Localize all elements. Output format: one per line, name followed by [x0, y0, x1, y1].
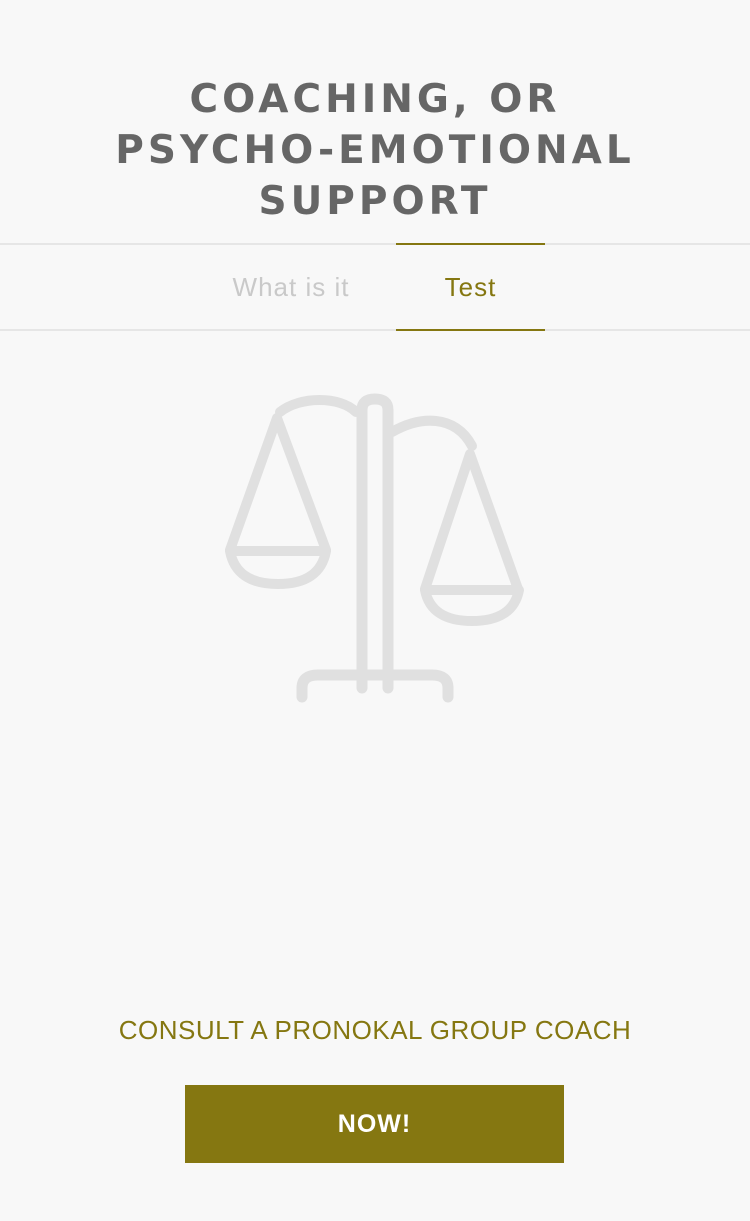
page-title: COACHING, OR PSYCHO-EMOTIONAL SUPPORT [115, 77, 635, 224]
tab-what-is-it[interactable]: What is it [206, 245, 376, 329]
consult-coach-text: CONSULT A PRONOKAL GROUP COACH [118, 1015, 632, 1045]
now-button[interactable]: NOW! [185, 1085, 564, 1163]
tab-bar: What is it Test [0, 243, 750, 331]
tab-test[interactable]: Test [396, 243, 545, 331]
balance-scale-icon [225, 393, 524, 703]
